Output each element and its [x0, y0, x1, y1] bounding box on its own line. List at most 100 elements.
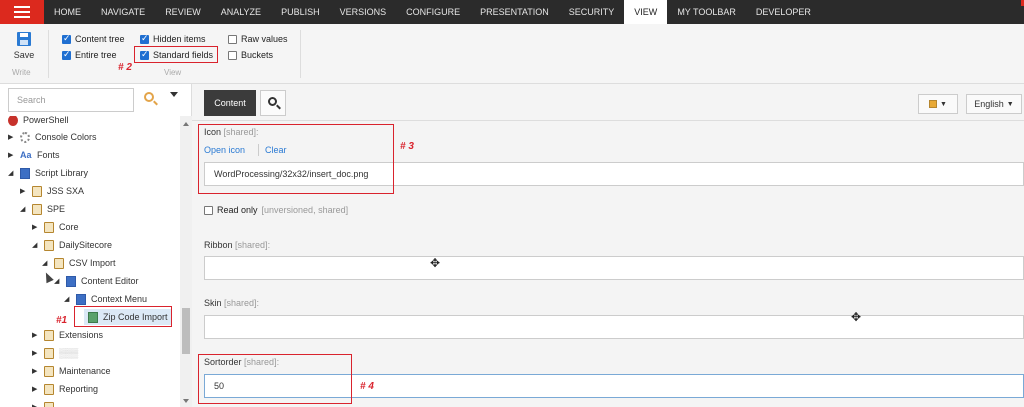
expand-arrow-icon[interactable]: ▶: [32, 385, 39, 393]
module-icon: [44, 365, 54, 377]
content-tree-checkbox[interactable]: Content tree: [62, 33, 125, 44]
checkbox-unchecked-icon: [228, 34, 237, 44]
field-meta: [shared]:: [235, 240, 271, 250]
read-only-checkbox[interactable]: Read only [unversioned, shared]: [204, 205, 348, 215]
scroll-down-icon[interactable]: [183, 399, 189, 403]
tree-item-label: Script Library: [35, 168, 89, 178]
tree-item-partial[interactable]: ▶: [32, 399, 54, 407]
tab-view[interactable]: VIEW: [624, 0, 668, 24]
divider: [48, 30, 49, 78]
chevron-down-icon[interactable]: [170, 92, 178, 97]
tree-item-reporting[interactable]: ▶ Reporting: [32, 381, 98, 397]
tree-item-powershell[interactable]: PowerShell: [8, 116, 69, 128]
tree-item-maintenance[interactable]: ▶ Maintenance: [32, 363, 111, 379]
checkbox-label: Raw values: [241, 34, 288, 44]
expand-arrow-icon[interactable]: ▶: [8, 151, 15, 159]
tab-navigate[interactable]: NAVIGATE: [91, 0, 155, 24]
field-name: Read only: [217, 205, 258, 215]
collapse-arrow-icon[interactable]: ◢: [54, 277, 61, 285]
annotation-box-2: [134, 46, 218, 63]
expand-arrow-icon[interactable]: ▶: [32, 223, 39, 231]
tree-item-script-library[interactable]: ◢ Script Library: [8, 165, 88, 181]
buckets-checkbox[interactable]: Buckets: [228, 50, 273, 60]
tab-my-toolbar[interactable]: MY TOOLBAR: [667, 0, 746, 24]
ribbon-field-input[interactable]: [204, 256, 1024, 280]
tree-item-dailysitecore[interactable]: ◢ DailySitecore: [32, 237, 112, 253]
tree-item-content-editor[interactable]: ◢ Content Editor: [54, 273, 139, 289]
tree-item-extensions[interactable]: ▶ Extensions: [32, 327, 103, 343]
tab-security[interactable]: SECURITY: [559, 0, 625, 24]
tab-publish[interactable]: PUBLISH: [271, 0, 330, 24]
tree-item-label: Content Editor: [81, 276, 139, 286]
tab-configure[interactable]: CONFIGURE: [396, 0, 470, 24]
tab-presentation[interactable]: PRESENTATION: [470, 0, 559, 24]
annotation-label-3: # 3: [400, 141, 414, 152]
expand-arrow-icon[interactable]: ▶: [32, 403, 39, 407]
save-button[interactable]: Save: [8, 32, 40, 60]
tab-analyze[interactable]: ANALYZE: [211, 0, 271, 24]
tree-item-blurred[interactable]: ▶ ▒▒▒: [32, 345, 78, 361]
tree-item-label: ▒▒▒: [59, 348, 79, 358]
search-input[interactable]: Search: [8, 88, 134, 112]
tree-item-csv-import[interactable]: ◢ CSV Import: [42, 255, 116, 271]
tree-item-jss-sxa[interactable]: ▶ JSS SXA: [20, 183, 84, 199]
tree-scrollbar[interactable]: [180, 116, 192, 407]
expand-arrow-icon[interactable]: ▶: [32, 331, 39, 339]
save-label: Save: [13, 50, 35, 60]
search-icon: [268, 97, 277, 106]
tab-developer[interactable]: DEVELOPER: [746, 0, 821, 24]
scroll-up-icon[interactable]: [183, 122, 189, 126]
content-tree-panel: Search PowerShell ▶ Console Colors ▶ Aa …: [0, 84, 192, 407]
tab-content[interactable]: Content: [204, 90, 256, 116]
entire-tree-checkbox[interactable]: Entire tree: [62, 49, 117, 60]
chevron-down-icon: ▼: [940, 100, 947, 108]
language-label: English: [974, 99, 1004, 109]
expand-arrow-icon[interactable]: ▶: [20, 187, 27, 195]
version-icon: [929, 100, 938, 108]
module-icon: [44, 329, 54, 341]
collapse-arrow-icon[interactable]: ◢: [8, 169, 15, 177]
collapse-arrow-icon[interactable]: ◢: [32, 241, 39, 249]
tree-item-spe[interactable]: ◢ SPE: [20, 201, 65, 217]
annotation-box-3: [198, 124, 394, 194]
expand-arrow-icon[interactable]: ▶: [32, 349, 39, 357]
language-dropdown[interactable]: English ▼: [966, 94, 1022, 114]
checkbox-unchecked-icon: [228, 50, 237, 60]
field-meta: [shared]:: [224, 298, 260, 308]
tab-versions[interactable]: VERSIONS: [330, 0, 397, 24]
search-icon[interactable]: [144, 92, 154, 102]
divider: [300, 30, 301, 78]
version-dropdown[interactable]: ▼: [918, 94, 958, 114]
tree-item-label: JSS SXA: [47, 186, 85, 196]
script-folder-icon: [76, 293, 86, 305]
tree-item-context-menu[interactable]: ◢ Context Menu: [64, 291, 147, 307]
scroll-thumb[interactable]: [182, 308, 190, 354]
move-cursor-icon: ✥: [851, 310, 862, 324]
divider: [192, 120, 1024, 121]
tree-item-label: SPE: [47, 204, 66, 214]
collapse-arrow-icon[interactable]: ◢: [42, 259, 49, 267]
tree-item-label: Fonts: [37, 150, 60, 160]
tree-item-fonts[interactable]: ▶ Aa Fonts: [8, 147, 60, 163]
hidden-items-checkbox[interactable]: Hidden items: [140, 33, 206, 44]
top-nav: HOME NAVIGATE REVIEW ANALYZE PUBLISH VERSIONS…: [0, 0, 1024, 24]
collapse-arrow-icon[interactable]: ◢: [64, 295, 71, 303]
chevron-down-icon: ▼: [1006, 100, 1014, 108]
tree-item-label: Core: [59, 222, 79, 232]
skin-field-input[interactable]: [204, 315, 1024, 339]
tab-search[interactable]: [260, 90, 286, 116]
collapse-arrow-icon[interactable]: ◢: [20, 205, 27, 213]
tab-review[interactable]: REVIEW: [155, 0, 211, 24]
expand-arrow-icon[interactable]: ▶: [8, 133, 15, 141]
menu-icon[interactable]: [0, 0, 44, 24]
content-tree: PowerShell ▶ Console Colors ▶ Aa Fonts ◢…: [0, 116, 180, 407]
tree-item-core[interactable]: ▶ Core: [32, 219, 79, 235]
module-icon: [54, 257, 64, 269]
field-meta: [unversioned, shared]: [261, 205, 349, 215]
raw-values-checkbox[interactable]: Raw values: [228, 34, 288, 44]
skin-field-label: Skin [shared]:: [204, 298, 259, 308]
tree-item-console-colors[interactable]: ▶ Console Colors: [8, 129, 97, 145]
tab-home[interactable]: HOME: [44, 0, 91, 24]
write-group-label: Write: [12, 68, 31, 77]
expand-arrow-icon[interactable]: ▶: [32, 367, 39, 375]
